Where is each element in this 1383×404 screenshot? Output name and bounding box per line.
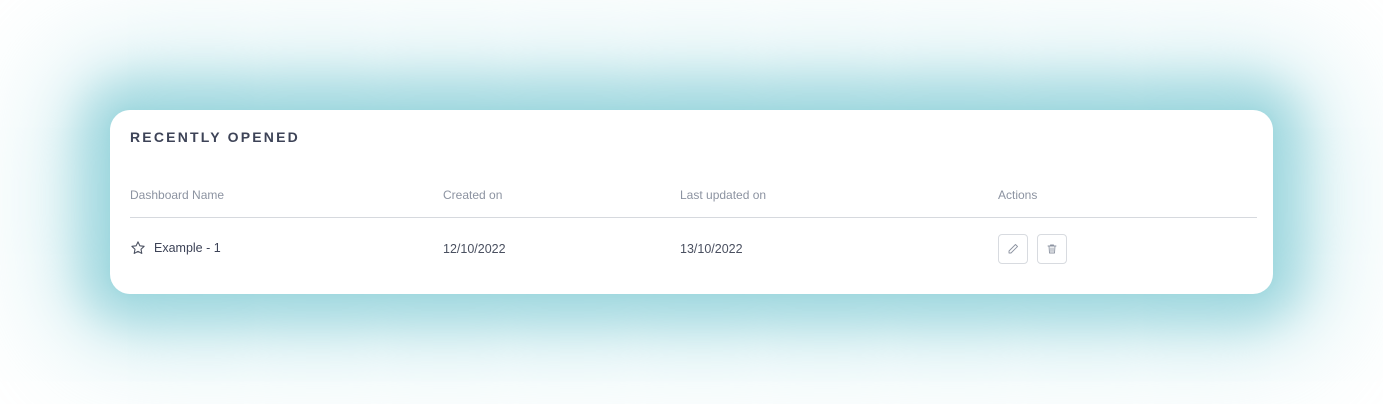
dashboard-name-link[interactable]: Example - 1 xyxy=(154,241,221,255)
column-header-created-on: Created on xyxy=(443,188,503,202)
column-header-dashboard-name: Dashboard Name xyxy=(130,188,225,202)
trash-icon xyxy=(1046,243,1058,255)
recently-opened-card: RECENTLY OPENED Dashboard Name Created o… xyxy=(110,110,1273,294)
dashboard-name-cell: Example - 1 xyxy=(130,240,221,256)
edit-button[interactable] xyxy=(998,234,1028,264)
table-header-divider xyxy=(130,217,1257,218)
created-on-value: 12/10/2022 xyxy=(443,242,506,256)
star-icon[interactable] xyxy=(130,240,146,256)
panel-title: RECENTLY OPENED xyxy=(130,129,300,145)
column-header-last-updated-on: Last updated on xyxy=(680,188,767,202)
delete-button[interactable] xyxy=(1037,234,1067,264)
column-header-actions: Actions xyxy=(998,188,1038,202)
last-updated-on-value: 13/10/2022 xyxy=(680,242,743,256)
pencil-icon xyxy=(1007,243,1019,255)
